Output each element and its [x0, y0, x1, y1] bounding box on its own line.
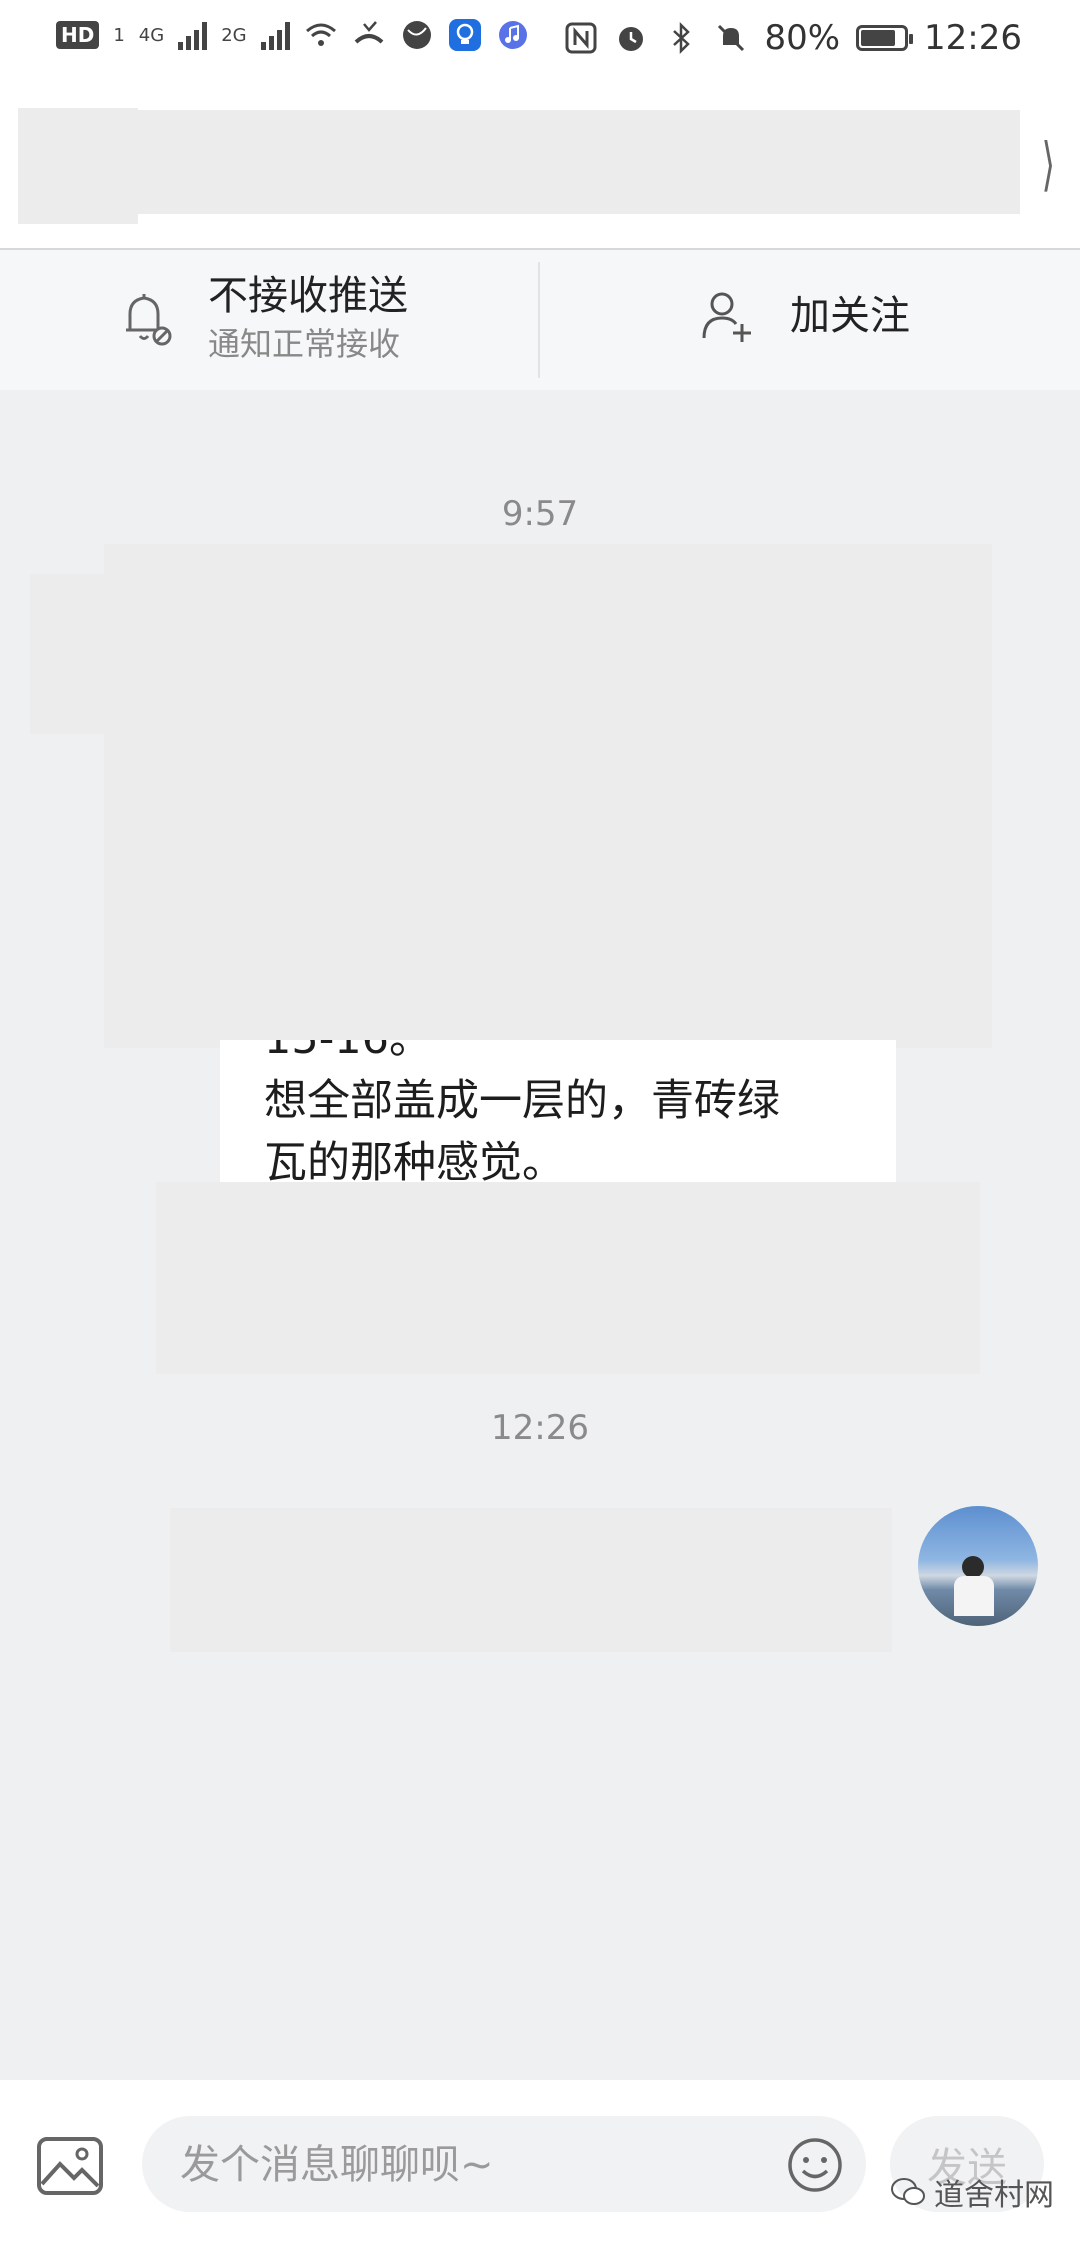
- wifi-icon: [305, 23, 336, 46]
- alarm-icon: [619, 27, 644, 51]
- nfc-icon: [565, 22, 597, 54]
- redacted-message-block: [156, 1182, 980, 1374]
- push-setting-button[interactable]: 不接收推送 通知正常接收: [118, 270, 408, 366]
- bulb-app-icon: [448, 19, 481, 51]
- network-type-1: 4G: [138, 24, 165, 46]
- watermark: 道舍村网: [890, 2170, 1054, 2214]
- action-divider: [538, 262, 540, 378]
- music-app-icon: [498, 21, 527, 49]
- push-setting-subtitle: 通知正常接收: [208, 325, 401, 363]
- redacted-sent-message: [170, 1508, 892, 1652]
- chat-header: [0, 80, 1080, 250]
- signal-icon-2: [260, 20, 290, 50]
- push-setting-title: 不接收推送: [208, 273, 408, 319]
- missed-call-icon: [354, 21, 383, 44]
- status-bar-right: 80% 12:26: [564, 18, 1022, 58]
- bluetooth-icon: [673, 21, 691, 55]
- action-bar: 不接收推送 通知正常接收 加关注: [0, 250, 1080, 390]
- message-timestamp-2: 12:26: [491, 1408, 589, 1448]
- chevron-right-icon[interactable]: ⟩: [1042, 130, 1056, 198]
- message-line-2: 瓦的那种感觉。: [264, 1138, 565, 1184]
- avatar[interactable]: [918, 1506, 1038, 1626]
- emoji-icon[interactable]: [786, 2136, 844, 2194]
- message-input-wrap: [142, 2116, 866, 2214]
- battery-percent: 80%: [764, 18, 841, 58]
- bell-mute-icon: [126, 294, 172, 346]
- avatar-person-body: [954, 1576, 994, 1616]
- add-user-icon: [702, 292, 751, 342]
- status-bar: HD 1 4G 2G 80% 12:26: [0, 0, 1080, 80]
- input-bar: 发送: [0, 2080, 1080, 2244]
- mute-bell-icon: [718, 24, 745, 52]
- follow-label: 加关注: [790, 293, 910, 339]
- battery-icon: [856, 25, 914, 51]
- message-input[interactable]: [178, 2116, 772, 2214]
- redacted-message-content: [104, 544, 992, 1048]
- wechat-icon: [891, 2178, 925, 2205]
- browser-icon: [402, 21, 431, 49]
- clock: 12:26: [924, 18, 1022, 58]
- avatar-person-head: [962, 1556, 984, 1578]
- message-bubble: 15-16。 想全部盖成一层的，青砖绿 瓦的那种感觉。: [220, 1040, 896, 1184]
- message-line-1: 想全部盖成一层的，青砖绿: [264, 1076, 780, 1126]
- follow-button[interactable]: 加关注: [700, 288, 910, 344]
- network-type-2: 2G: [221, 24, 247, 46]
- image-icon[interactable]: [36, 2136, 104, 2196]
- watermark-text: 道舍村网: [934, 2178, 1054, 2213]
- status-bar-left: HD 1 4G 2G: [56, 18, 530, 52]
- signal-icon: [178, 20, 208, 50]
- message-timestamp: 9:57: [501, 494, 579, 534]
- sim-indicator: 1: [113, 24, 125, 46]
- battery-fill: [861, 30, 895, 46]
- push-setting-text: 不接收推送 通知正常接收: [208, 270, 408, 366]
- message-partial-line: 15-16。: [264, 1040, 856, 1070]
- redacted-contact-name: [96, 110, 1020, 214]
- hd-badge: HD: [56, 21, 100, 49]
